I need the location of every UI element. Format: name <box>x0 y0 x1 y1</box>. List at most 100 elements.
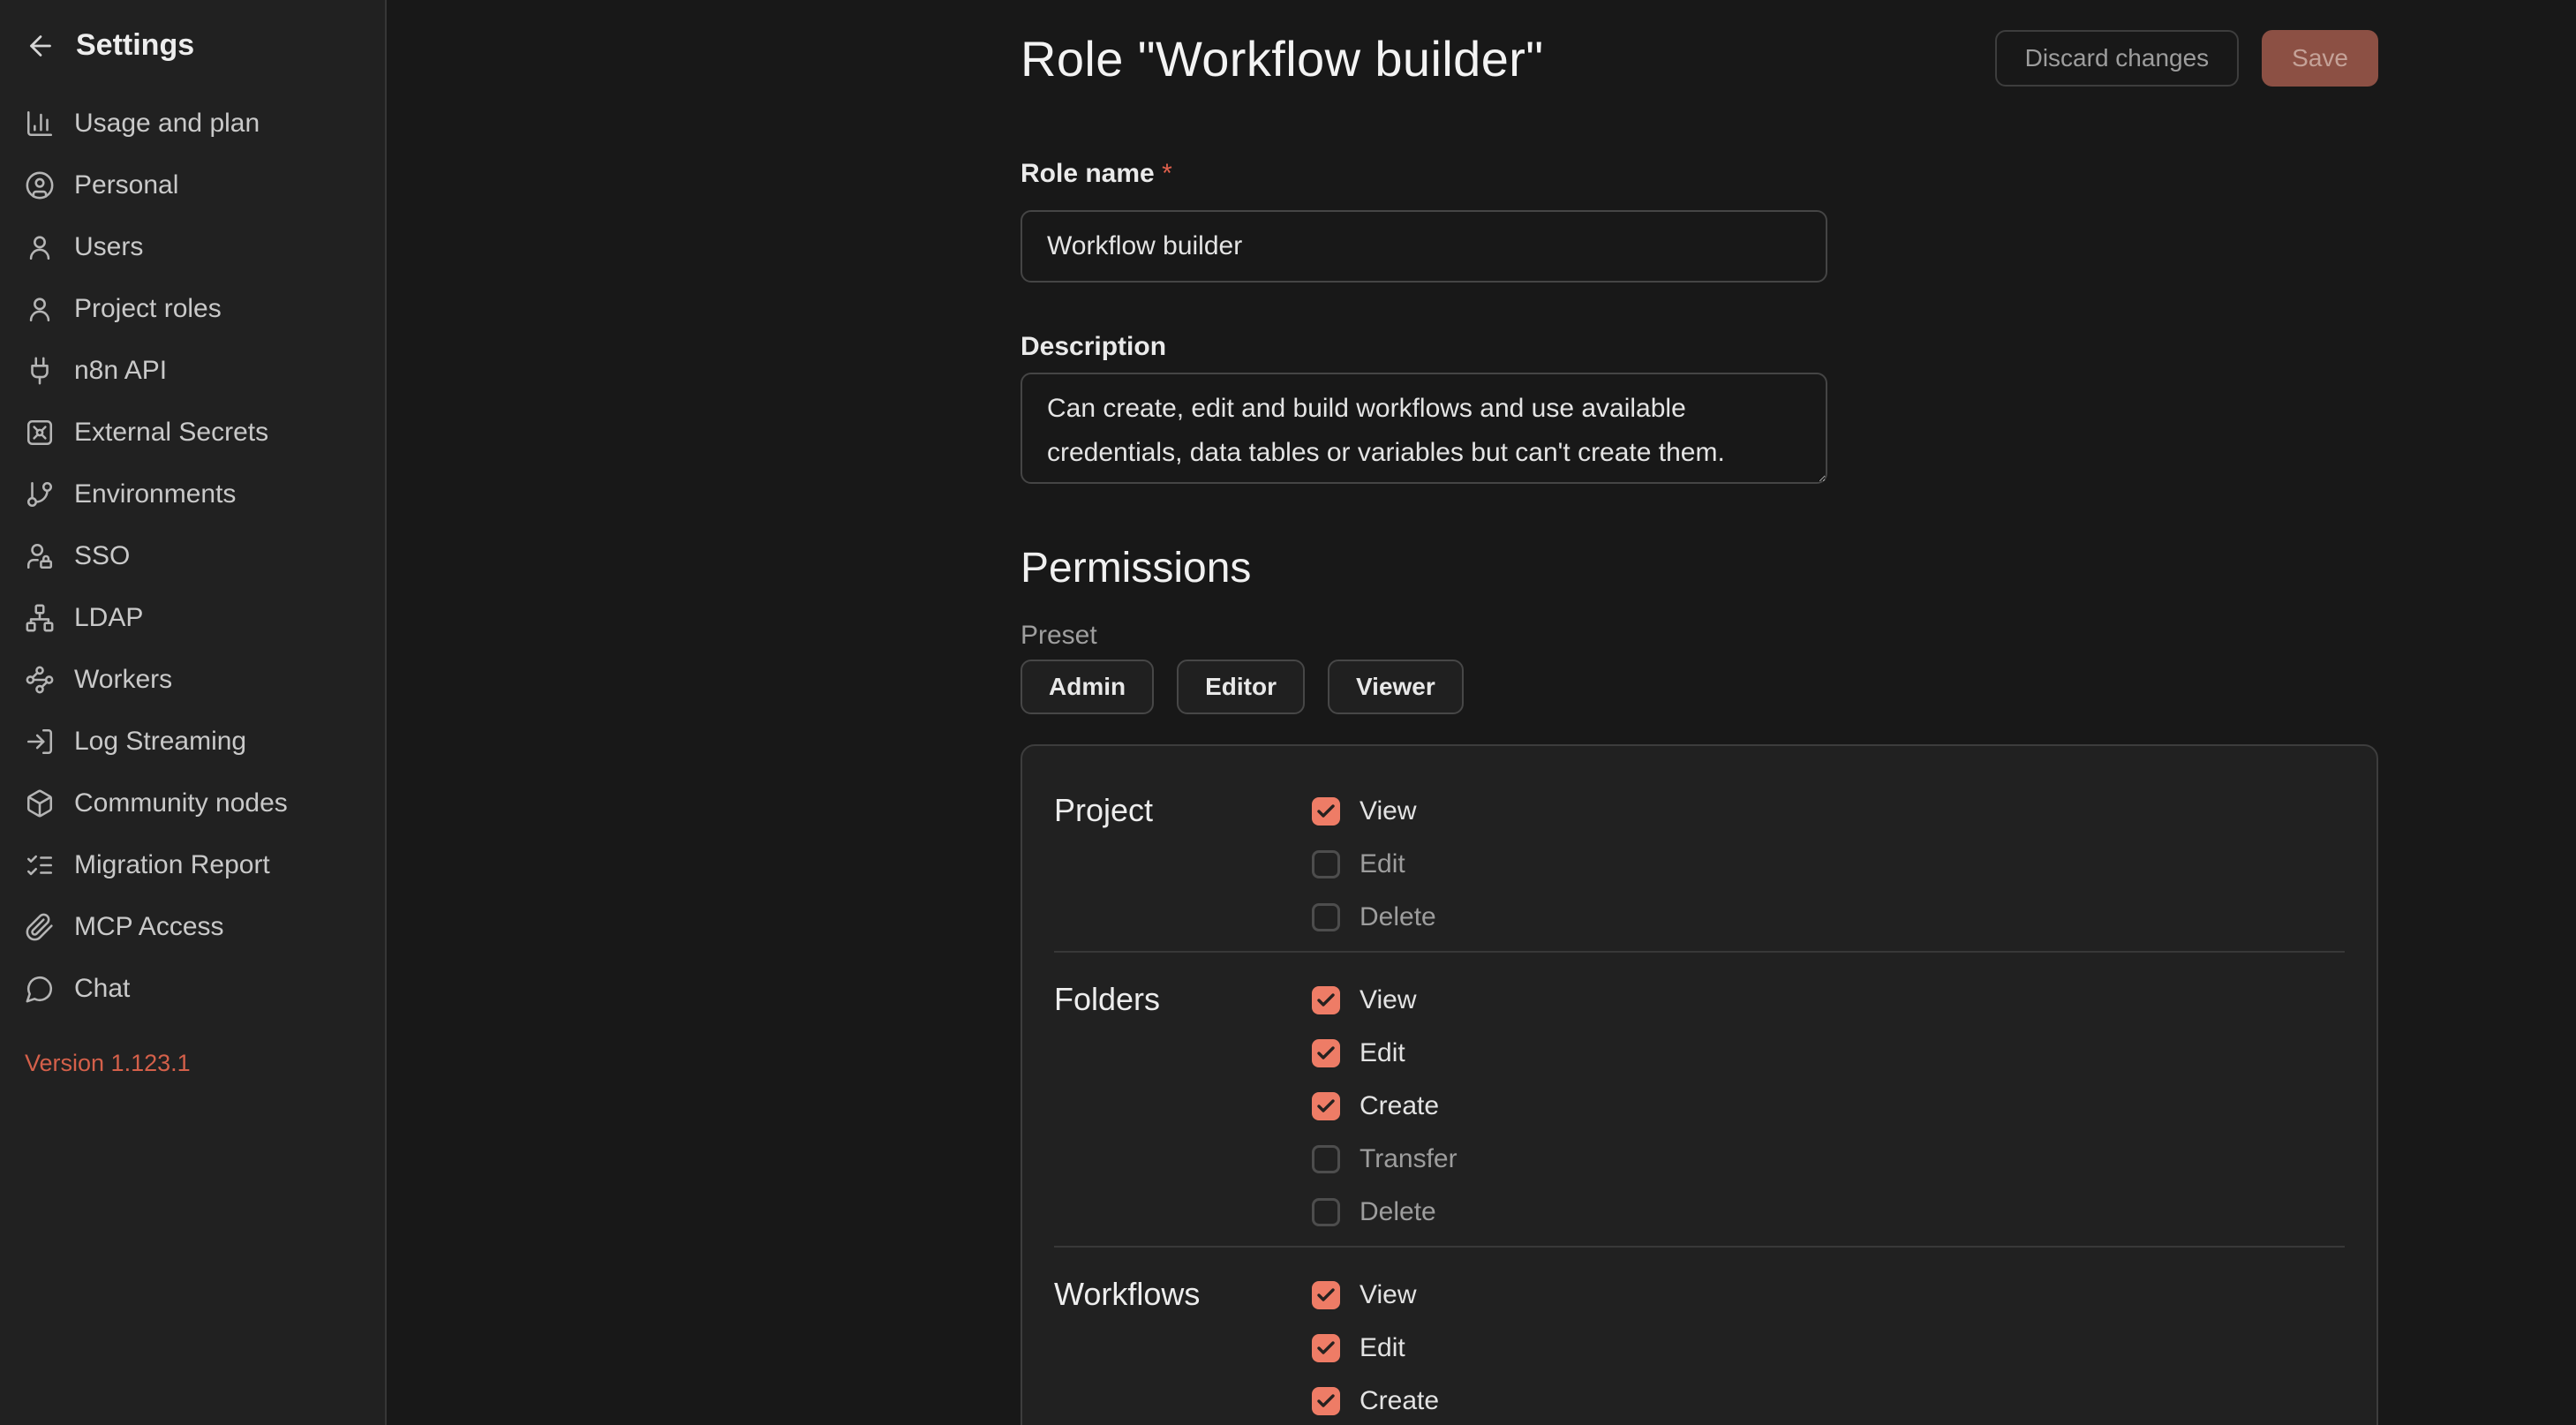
sidebar-item-label: Project roles <box>74 294 222 324</box>
sidebar-title: Settings <box>76 28 194 63</box>
permission-group-name: Folders <box>1054 974 1312 1239</box>
checkbox-checked-workflows-create[interactable] <box>1312 1387 1340 1415</box>
checkbox-unchecked-folders-transfer[interactable] <box>1312 1145 1340 1173</box>
sidebar-item-users[interactable]: Users <box>0 216 385 278</box>
vault-icon <box>25 418 55 448</box>
permission-row-folders-view: View <box>1312 974 2345 1027</box>
permission-group-project: Project View Edit Delete <box>1054 764 2345 953</box>
permission-row-project-view: View <box>1312 785 2345 838</box>
preset-button-admin[interactable]: Admin <box>1021 660 1154 714</box>
sidebar-item-label: External Secrets <box>74 418 268 448</box>
checkbox-checked-folders-view[interactable] <box>1312 986 1340 1014</box>
sidebar-item-label: Chat <box>74 974 130 1004</box>
permission-group-name: Project <box>1054 785 1312 944</box>
description-textarea[interactable]: Can create, edit and build workflows and… <box>1021 373 1827 484</box>
permission-label: View <box>1360 985 1416 1015</box>
cube-icon <box>25 788 55 818</box>
preset-label: Preset <box>1021 621 2378 651</box>
permission-label: View <box>1360 1280 1416 1310</box>
app-root: Settings Usage and plan Personal Users P… <box>0 0 2576 1425</box>
permission-label: Edit <box>1360 1038 1405 1068</box>
plug-icon <box>25 356 55 386</box>
permission-label: Edit <box>1360 849 1405 879</box>
permission-row-folders-delete: Delete <box>1312 1186 2345 1239</box>
sidebar-item-external-secrets[interactable]: External Secrets <box>0 402 385 464</box>
paperclip-icon <box>25 912 55 942</box>
description-label: Description <box>1021 332 2378 362</box>
sidebar-item-project-roles[interactable]: Project roles <box>0 278 385 340</box>
sidebar-item-label: Log Streaming <box>74 727 246 757</box>
sidebar-item-label: MCP Access <box>74 912 224 942</box>
permission-row-folders-create: Create <box>1312 1080 2345 1133</box>
permission-label: Transfer <box>1360 1144 1457 1174</box>
permission-row-folders-transfer: Transfer <box>1312 1133 2345 1186</box>
permission-row-project-delete: Delete <box>1312 891 2345 944</box>
role-name-label: Role name * <box>1021 159 2378 189</box>
main-content: Role "Workflow builder" Discard changes … <box>387 0 2576 1425</box>
page-header: Role "Workflow builder" Discard changes … <box>1021 28 2378 88</box>
sidebar-item-label: Users <box>74 232 143 262</box>
save-button[interactable]: Save <box>2262 30 2378 87</box>
sidebar-item-label: n8n API <box>74 356 167 386</box>
checkbox-unchecked-folders-delete[interactable] <box>1312 1198 1340 1226</box>
sidebar-item-chat[interactable]: Chat <box>0 958 385 1020</box>
permission-label: View <box>1360 796 1416 826</box>
permission-label: Delete <box>1360 1197 1436 1227</box>
permission-group-name: Workflows <box>1054 1269 1312 1425</box>
permission-row-project-edit: Edit <box>1312 838 2345 891</box>
sidebar-item-sso[interactable]: SSO <box>0 525 385 587</box>
sidebar-item-migration-report[interactable]: Migration Report <box>0 834 385 896</box>
permission-row-folders-edit: Edit <box>1312 1027 2345 1080</box>
sidebar-nav: Usage and plan Personal Users Project ro… <box>0 93 385 1020</box>
sidebar-header: Settings <box>0 25 385 77</box>
sidebar-item-label: Community nodes <box>74 788 288 818</box>
role-name-label-text: Role name <box>1021 159 1155 188</box>
permission-row-workflows-edit: Edit <box>1312 1322 2345 1375</box>
required-marker: * <box>1162 159 1172 188</box>
permission-label: Create <box>1360 1091 1439 1121</box>
sidebar-item-label: SSO <box>74 541 130 571</box>
settings-sidebar: Settings Usage and plan Personal Users P… <box>0 0 387 1425</box>
checkbox-unchecked-project-edit[interactable] <box>1312 850 1340 878</box>
log-in-icon <box>25 727 55 757</box>
sidebar-item-ldap[interactable]: LDAP <box>0 587 385 649</box>
sidebar-item-workers[interactable]: Workers <box>0 649 385 711</box>
sidebar-item-label: LDAP <box>74 603 143 633</box>
message-circle-icon <box>25 974 55 1004</box>
preset-button-editor[interactable]: Editor <box>1177 660 1305 714</box>
checkbox-checked-folders-create[interactable] <box>1312 1092 1340 1120</box>
sidebar-item-mcp-access[interactable]: MCP Access <box>0 896 385 958</box>
sidebar-item-usage-and-plan[interactable]: Usage and plan <box>0 93 385 155</box>
permission-label: Edit <box>1360 1333 1405 1363</box>
discard-changes-button[interactable]: Discard changes <box>1995 30 2240 87</box>
git-branch-icon <box>25 479 55 509</box>
sidebar-item-label: Workers <box>74 665 172 695</box>
sidebar-item-label: Migration Report <box>74 850 270 880</box>
preset-buttons: Admin Editor Viewer <box>1021 660 2378 714</box>
permissions-heading: Permissions <box>1021 544 2378 592</box>
permission-group-folders: Folders View Edit Create Transfer Delete <box>1054 953 2345 1248</box>
preset-button-viewer[interactable]: Viewer <box>1328 660 1464 714</box>
checkbox-checked-folders-edit[interactable] <box>1312 1039 1340 1067</box>
checkbox-checked-project-view[interactable] <box>1312 797 1340 826</box>
sidebar-item-log-streaming[interactable]: Log Streaming <box>0 711 385 773</box>
sidebar-item-label: Personal <box>74 170 178 200</box>
checkbox-unchecked-project-delete[interactable] <box>1312 903 1340 931</box>
permission-label: Delete <box>1360 902 1436 932</box>
sidebar-item-personal[interactable]: Personal <box>0 155 385 216</box>
sidebar-item-community-nodes[interactable]: Community nodes <box>0 773 385 834</box>
checkbox-checked-workflows-edit[interactable] <box>1312 1334 1340 1362</box>
sidebar-item-label: Environments <box>74 479 236 509</box>
permission-group-workflows: Workflows View Edit Create <box>1054 1248 2345 1425</box>
permission-label: Create <box>1360 1386 1439 1416</box>
checkbox-checked-workflows-view[interactable] <box>1312 1281 1340 1309</box>
sidebar-item-environments[interactable]: Environments <box>0 464 385 525</box>
page-title: Role "Workflow builder" <box>1021 30 1544 87</box>
back-arrow-icon[interactable] <box>25 30 56 62</box>
permission-row-workflows-view: View <box>1312 1269 2345 1322</box>
waypoints-icon <box>25 665 55 695</box>
content-column: Role "Workflow builder" Discard changes … <box>1021 28 2378 1425</box>
role-name-input[interactable] <box>1021 210 1827 283</box>
sidebar-item-n8n-api[interactable]: n8n API <box>0 340 385 402</box>
user-icon <box>25 294 55 324</box>
